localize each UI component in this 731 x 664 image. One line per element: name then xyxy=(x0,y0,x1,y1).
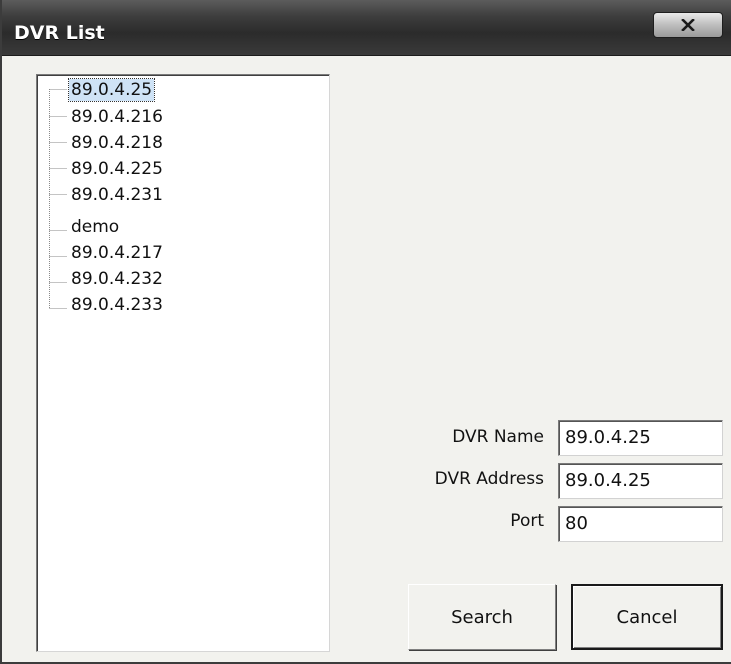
search-button[interactable]: Search xyxy=(408,584,556,650)
cancel-button[interactable]: Cancel xyxy=(571,584,723,650)
dvr-tree[interactable]: 89.0.4.25 89.0.4.216 89.0.4.218 89.0.4.2… xyxy=(36,74,330,652)
tree-item-dvr[interactable]: 89.0.4.217 xyxy=(69,242,165,264)
tree-connector-lines xyxy=(49,89,67,309)
dvr-name-label: DVR Name xyxy=(452,427,544,447)
dvr-address-field[interactable]: 89.0.4.25 xyxy=(558,463,723,499)
tree-item-dvr[interactable]: 89.0.4.218 xyxy=(69,132,165,154)
window-title: DVR List xyxy=(14,22,105,44)
tree-item-dvr[interactable]: 89.0.4.231 xyxy=(69,184,165,206)
title-bar[interactable]: DVR List xyxy=(2,0,731,56)
tree-item-dvr[interactable]: 89.0.4.216 xyxy=(69,106,165,128)
tree-item-dvr[interactable]: demo xyxy=(69,216,121,238)
tree-item-dvr[interactable]: 89.0.4.25 xyxy=(67,78,156,102)
port-field[interactable]: 80 xyxy=(558,506,723,542)
dvr-list-dialog: DVR List 89.0.4.25 89.0.4.216 89.0.4.218… xyxy=(0,0,731,664)
dvr-name-field[interactable]: 89.0.4.25 xyxy=(558,420,723,456)
dvr-address-label: DVR Address xyxy=(434,469,544,489)
tree-item-dvr[interactable]: 89.0.4.233 xyxy=(69,294,165,316)
close-button[interactable] xyxy=(653,12,723,38)
tree-item-dvr[interactable]: 89.0.4.232 xyxy=(69,268,165,290)
tree-item-dvr[interactable]: 89.0.4.225 xyxy=(69,158,165,180)
port-label: Port xyxy=(510,511,544,531)
close-icon xyxy=(681,19,695,31)
